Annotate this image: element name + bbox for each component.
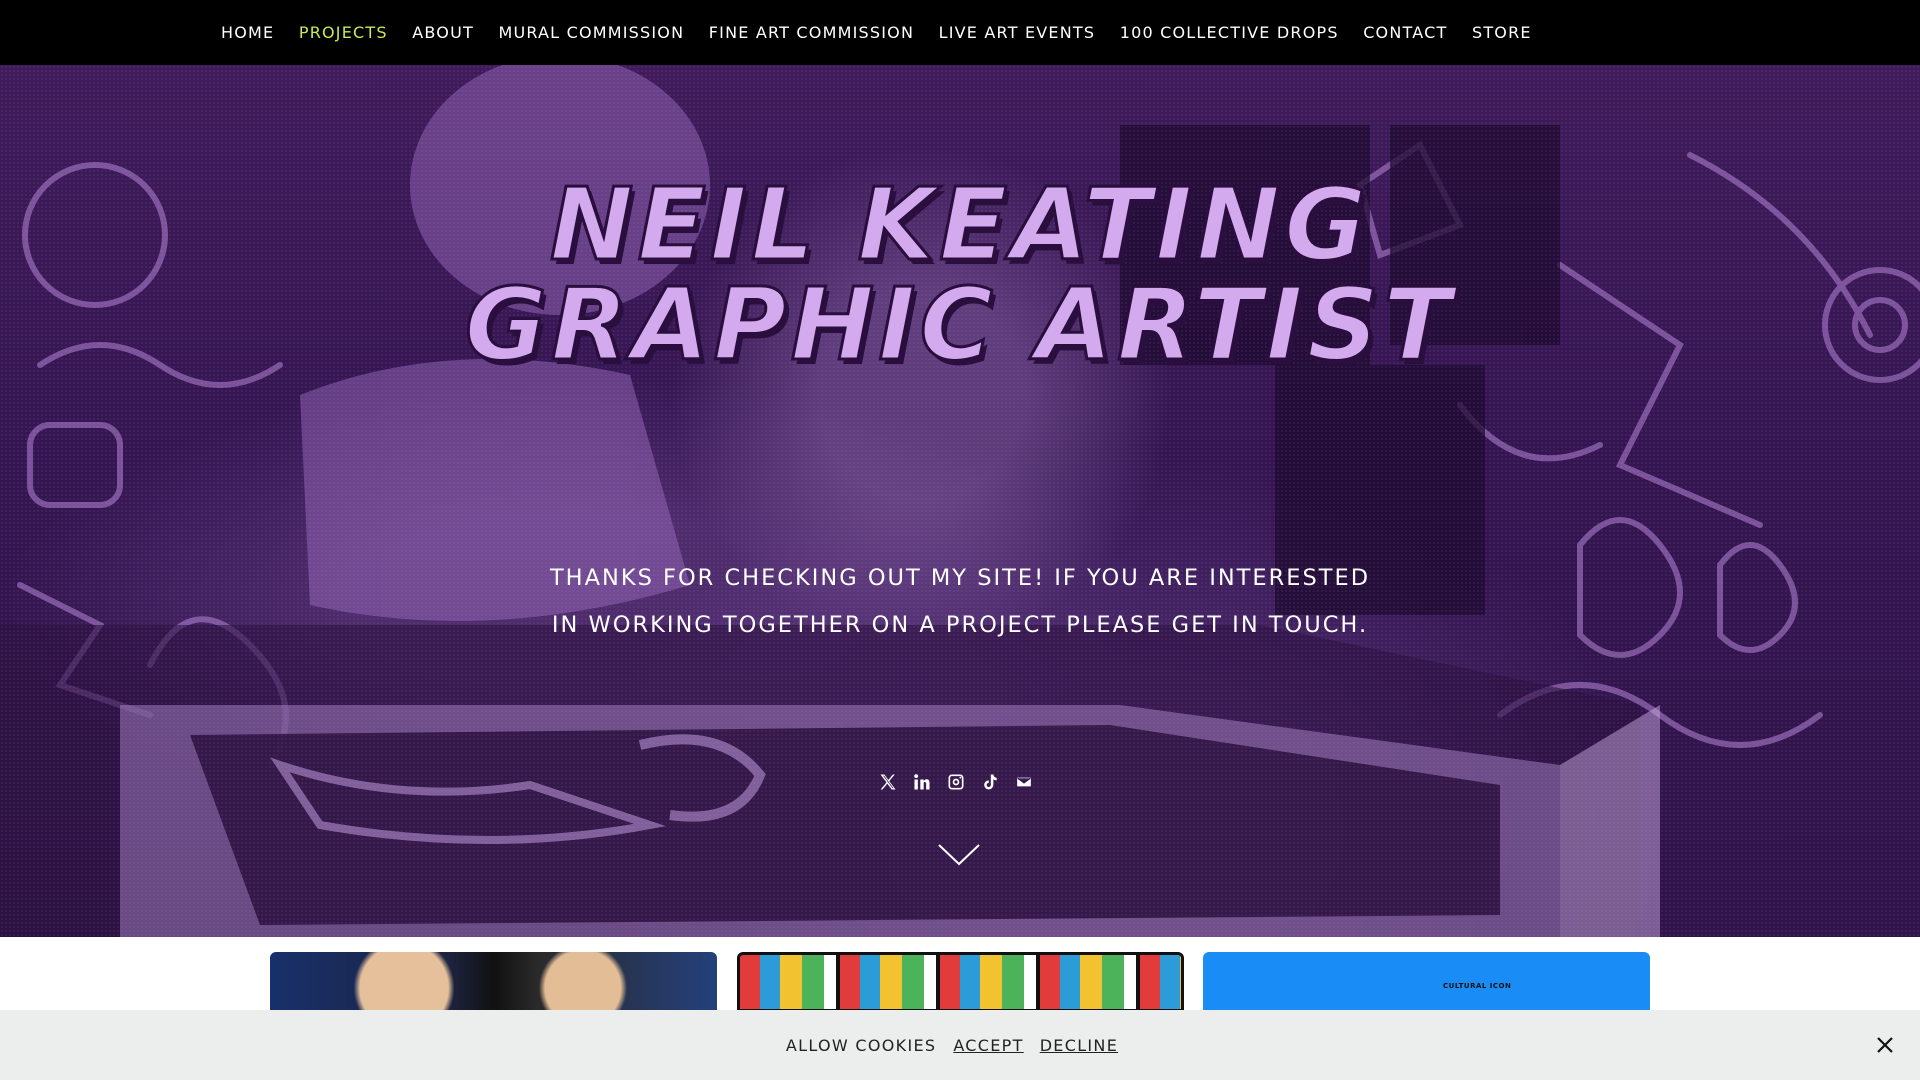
linkedin-icon[interactable] <box>911 771 933 793</box>
nav-100-collective-drops[interactable]: 100 COLLECTIVE DROPS <box>1120 23 1339 42</box>
nav-about[interactable]: ABOUT <box>412 23 474 42</box>
nav-home[interactable]: HOME <box>221 23 274 42</box>
x-icon[interactable] <box>877 771 899 793</box>
cookie-accept-button[interactable]: ACCEPT <box>953 1036 1023 1055</box>
hero-title-line1: NEIL KEATING <box>548 166 1371 283</box>
project-card[interactable] <box>737 952 1184 1012</box>
hero-title-line2: GRAPHIC ARTIST <box>463 266 1456 383</box>
cookie-label: ALLOW COOKIES <box>785 1035 937 1055</box>
nav-live-art-events[interactable]: LIVE ART EVENTS <box>939 23 1096 42</box>
cookie-decline-button[interactable]: DECLINE <box>1040 1036 1118 1055</box>
nav-mural-commission[interactable]: MURAL COMMISSION <box>498 23 684 42</box>
project-grid: CULTURAL ICON <box>270 952 1650 1012</box>
main-nav: HOME PROJECTS ABOUT MURAL COMMISSION FIN… <box>0 0 1920 65</box>
instagram-icon[interactable] <box>945 771 967 793</box>
nav-contact[interactable]: CONTACT <box>1363 23 1447 42</box>
email-icon[interactable] <box>1013 771 1035 793</box>
nav-fine-art-commission[interactable]: FINE ART COMMISSION <box>709 23 914 42</box>
nav-store[interactable]: STORE <box>1472 23 1532 42</box>
hero-banner: NEIL KEATING GRAPHIC ARTIST THANKS FOR C… <box>0 65 1920 937</box>
project-card[interactable] <box>270 952 717 1012</box>
nav-projects[interactable]: PROJECTS <box>299 23 388 42</box>
chevron-down-icon[interactable] <box>937 843 981 867</box>
cookie-banner: ALLOW COOKIES ACCEPT DECLINE <box>0 1010 1920 1080</box>
close-icon[interactable] <box>1875 1035 1895 1055</box>
hero-tagline: THANKS FOR CHECKING OUT MY SITE! IF YOU … <box>549 565 1371 638</box>
tiktok-icon[interactable] <box>979 771 1001 793</box>
social-links <box>877 770 1047 794</box>
project-card[interactable]: CULTURAL ICON <box>1203 952 1650 1012</box>
card-badge-text: CULTURAL ICON <box>1443 982 1512 990</box>
